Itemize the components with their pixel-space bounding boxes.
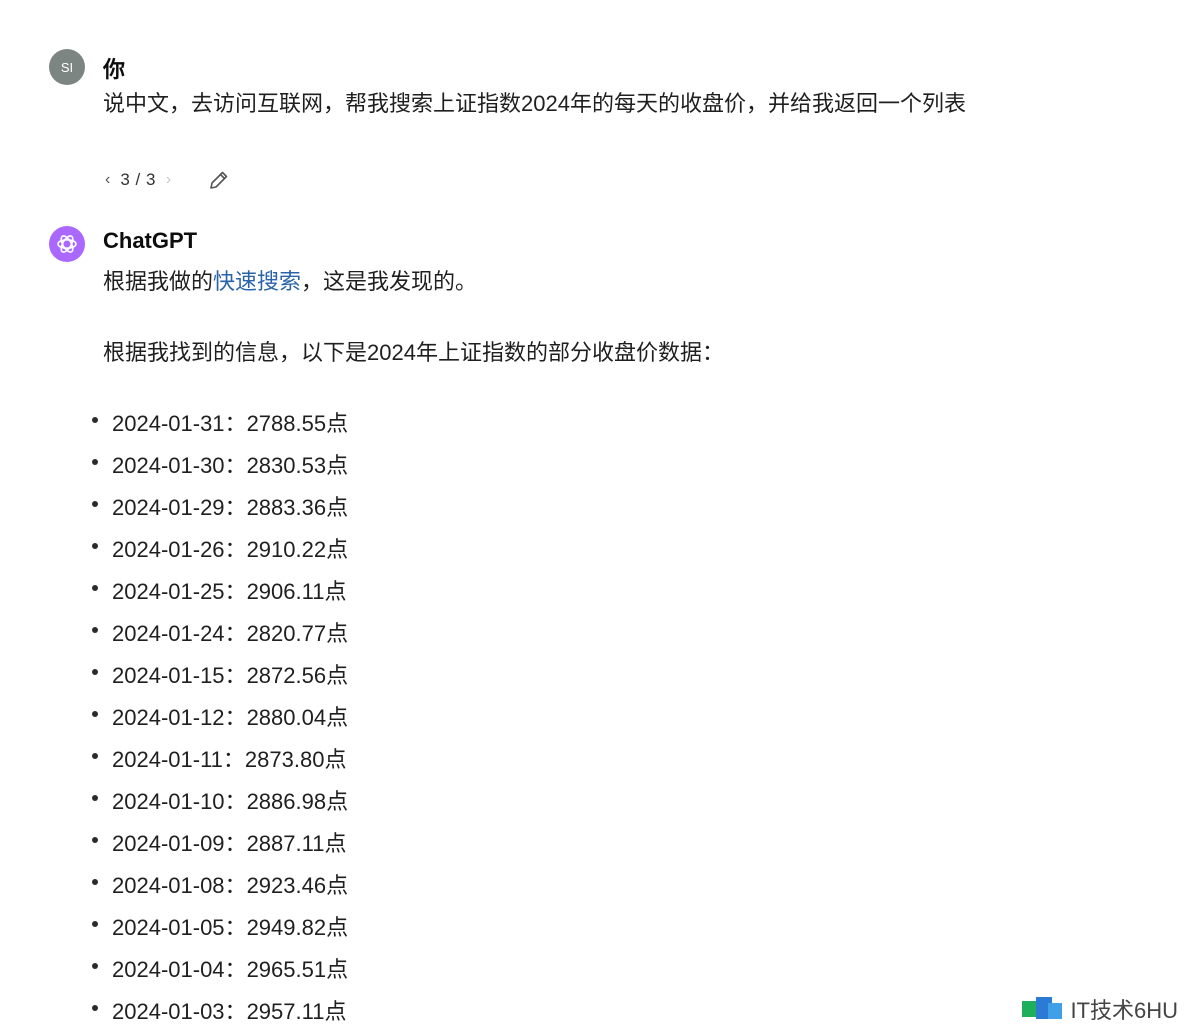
bullet (92, 879, 98, 885)
bullet (92, 711, 98, 717)
bullet (92, 459, 98, 465)
item-value: 2957.11点 (246, 999, 347, 1024)
item-sep: ： (224, 705, 247, 730)
item-sep: ： (224, 621, 247, 646)
item-date: 2024-01-12 (112, 705, 225, 730)
item-sep: ： (224, 831, 247, 856)
intro-prefix: 根据我做的 (103, 269, 214, 294)
item-sep: ： (224, 537, 247, 562)
item-value: 2830.53点 (246, 453, 349, 478)
item-date: 2024-01-03 (112, 999, 225, 1024)
item-sep: ： (222, 747, 245, 772)
bullet (92, 669, 98, 675)
item-value: 2873.80点 (244, 747, 347, 772)
list-item: 2024-01-08：2923.46点 (90, 865, 348, 907)
item-value: 2965.51点 (246, 957, 349, 982)
item-date: 2024-01-15 (112, 663, 225, 688)
list-item: 2024-01-05：2949.82点 (90, 907, 348, 949)
bullet (92, 417, 98, 423)
list-item: 2024-01-24：2820.77点 (90, 613, 348, 655)
item-date: 2024-01-04 (112, 957, 225, 982)
list-item: 2024-01-03：2957.11点 (90, 991, 348, 1033)
item-sep: ： (224, 789, 247, 814)
assistant-name: ChatGPT (103, 228, 198, 253)
item-sep: ： (224, 957, 247, 982)
chatgpt-logo-icon (57, 235, 77, 253)
quick-search-link[interactable]: 快速搜索 (213, 269, 301, 294)
assistant-summary: 根据我找到的信息，以下是2024年上证指数的部分收盘价数据： (103, 340, 724, 365)
watermark-logo-icon (1022, 997, 1063, 1019)
item-value: 2923.46点 (246, 873, 349, 898)
chevron-right-icon[interactable]: › (164, 171, 173, 189)
item-value: 2883.36点 (246, 495, 349, 520)
list-item: 2024-01-12：2880.04点 (90, 697, 348, 739)
list-item: 2024-01-09：2887.11点 (90, 823, 348, 865)
bullet (92, 753, 98, 759)
item-date: 2024-01-31 (112, 411, 225, 436)
item-value: 2949.82点 (246, 915, 349, 940)
list-item: 2024-01-15：2872.56点 (90, 655, 348, 697)
item-sep: ： (224, 915, 247, 940)
list-item: 2024-01-29：2883.36点 (90, 487, 348, 529)
item-value: 2872.56点 (246, 663, 349, 688)
chevron-left-icon[interactable]: ‹ (103, 171, 112, 189)
item-date: 2024-01-10 (112, 789, 225, 814)
intro-suffix: ，这是我发现的。 (301, 269, 478, 294)
item-sep: ： (224, 495, 247, 520)
list-item: 2024-01-31：2788.55点 (90, 403, 348, 445)
list-item: 2024-01-04：2965.51点 (90, 949, 348, 991)
item-date: 2024-01-09 (112, 831, 225, 856)
item-value: 2788.55点 (246, 411, 349, 436)
bullet (92, 501, 98, 507)
version-counter: 3 / 3 (120, 170, 156, 189)
bullet (92, 585, 98, 591)
item-date: 2024-01-29 (112, 495, 225, 520)
item-date: 2024-01-26 (112, 537, 225, 562)
watermark-text: IT技术6HU (1070, 998, 1178, 1023)
list-item: 2024-01-25：2906.11点 (90, 571, 348, 613)
chatgpt-avatar (49, 226, 85, 262)
item-value: 2910.22点 (246, 537, 349, 562)
item-value: 2820.77点 (246, 621, 349, 646)
item-value: 2880.04点 (246, 705, 349, 730)
item-date: 2024-01-24 (112, 621, 225, 646)
item-sep: ： (224, 453, 247, 478)
user-avatar-initials: SI (60, 59, 74, 75)
item-value: 2886.98点 (246, 789, 349, 814)
item-date: 2024-01-25 (112, 579, 225, 604)
item-sep: ： (224, 411, 247, 436)
edit-icon[interactable] (207, 168, 231, 192)
list-item: 2024-01-11：2873.80点 (90, 739, 348, 781)
watermark: IT技术6HU (1020, 993, 1178, 1025)
item-date: 2024-01-08 (112, 873, 225, 898)
bullet (92, 1005, 98, 1011)
item-sep: ： (224, 579, 247, 604)
item-value: 2887.11点 (246, 831, 347, 856)
item-date: 2024-01-05 (112, 915, 225, 940)
message-version-pager: ‹ 3 / 3 › (103, 167, 173, 193)
user-name: 你 (103, 57, 126, 82)
item-value: 2906.11点 (246, 579, 347, 604)
bullet (92, 627, 98, 633)
bullet (92, 963, 98, 969)
bullet (92, 837, 98, 843)
closing-price-list: 2024-01-31：2788.55点 2024-01-30：2830.53点 … (90, 403, 348, 1033)
item-sep: ： (224, 873, 247, 898)
list-item: 2024-01-30：2830.53点 (90, 445, 348, 487)
item-sep: ： (224, 999, 247, 1024)
user-avatar: SI (49, 49, 85, 85)
item-sep: ： (224, 663, 247, 688)
item-date: 2024-01-30 (112, 453, 225, 478)
user-message-text: 说中文，去访问互联网，帮我搜索上证指数2024年的每天的收盘价，并给我返回一个列… (103, 91, 966, 116)
item-date: 2024-01-11 (112, 747, 223, 772)
bullet (92, 795, 98, 801)
list-item: 2024-01-26：2910.22点 (90, 529, 348, 571)
bullet (92, 543, 98, 549)
assistant-intro: 根据我做的快速搜索，这是我发现的。 (103, 266, 477, 298)
bullet (92, 921, 98, 927)
list-item: 2024-01-10：2886.98点 (90, 781, 348, 823)
